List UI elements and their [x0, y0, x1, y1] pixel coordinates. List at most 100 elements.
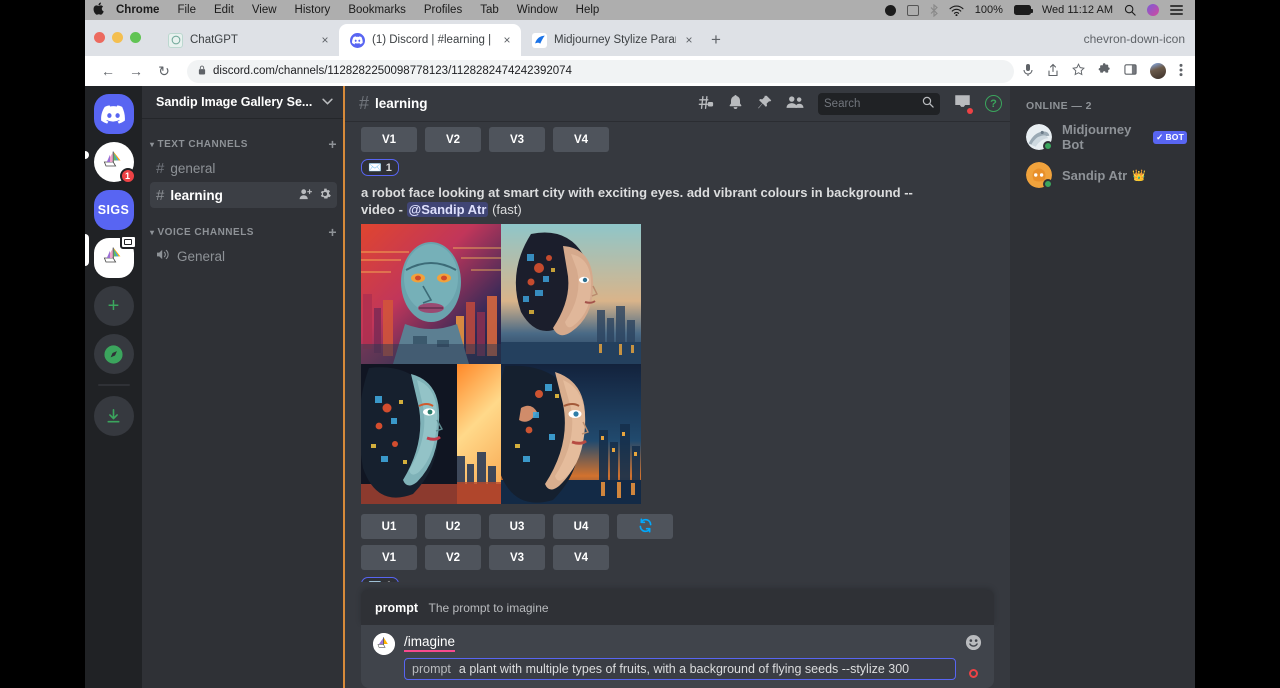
- server-icon-discord-home[interactable]: [94, 94, 134, 134]
- help-circle-icon[interactable]: ?: [985, 95, 1002, 112]
- chevron-down-icon[interactable]: [322, 97, 333, 108]
- guild-header[interactable]: Sandip Image Gallery Se...: [142, 86, 345, 118]
- gear-icon[interactable]: [319, 188, 331, 203]
- side-panel-icon[interactable]: [1124, 63, 1137, 79]
- variation-button-v3[interactable]: V3: [489, 127, 545, 152]
- server-icon-sandip-boat[interactable]: 1: [94, 142, 134, 182]
- browser-tab-midjourney[interactable]: Midjourney Stylize Parameter ×: [521, 24, 703, 56]
- member-list-item-sandip-atr[interactable]: Sandip Atr 👑: [1010, 156, 1195, 194]
- member-list-item-midjourney-bot[interactable]: Midjourney Bot ✓BOT: [1010, 118, 1195, 156]
- menu-item-bookmarks[interactable]: Bookmarks: [339, 4, 415, 16]
- upscale-button-u3[interactable]: U3: [489, 514, 545, 539]
- user-mention[interactable]: @Sandip Atr: [407, 202, 489, 217]
- spotlight-search-icon[interactable]: [1124, 4, 1136, 16]
- variation-button-v1[interactable]: V1: [361, 127, 417, 152]
- create-text-channel-button[interactable]: +: [328, 137, 337, 151]
- close-tab-button[interactable]: ×: [319, 34, 331, 46]
- close-window-button[interactable]: [94, 32, 105, 43]
- variation-button-v2[interactable]: V2: [425, 127, 481, 152]
- menu-bar-clock[interactable]: Wed 11:12 AM: [1042, 4, 1113, 16]
- avatar: [1026, 162, 1052, 188]
- add-member-icon[interactable]: [299, 188, 313, 203]
- generated-image-3[interactable]: [361, 364, 501, 504]
- server-icon-sigs[interactable]: SIGS: [94, 190, 134, 230]
- reaction-envelope-badge-bottom[interactable]: ✉️ 1: [361, 577, 399, 582]
- new-tab-button[interactable]: +: [711, 31, 721, 48]
- address-bar[interactable]: discord.com/channels/1128282250098778123…: [187, 60, 1014, 83]
- forward-button[interactable]: →: [123, 58, 149, 84]
- threads-icon[interactable]: [698, 95, 714, 113]
- minimize-window-button[interactable]: [112, 32, 123, 43]
- explore-servers-button[interactable]: [94, 334, 134, 374]
- maximize-window-button[interactable]: [130, 32, 141, 43]
- sidebar-channel-general-voice[interactable]: General: [150, 243, 337, 269]
- menu-item-file[interactable]: File: [168, 4, 205, 16]
- generated-image-1[interactable]: [361, 224, 501, 364]
- microphone-icon[interactable]: [1022, 63, 1034, 80]
- bookmark-star-icon[interactable]: [1072, 63, 1085, 79]
- browser-tab-chatgpt[interactable]: ChatGPT ×: [157, 24, 339, 56]
- screen-mirroring-icon[interactable]: [907, 5, 919, 16]
- battery-charging-icon[interactable]: [1014, 5, 1031, 15]
- variation-button-v3-bottom[interactable]: V3: [489, 545, 545, 570]
- category-voice-channels[interactable]: ▾ VOICE CHANNELS +: [142, 222, 345, 242]
- variation-button-v4[interactable]: V4: [553, 127, 609, 152]
- apple-logo-icon[interactable]: [93, 2, 107, 18]
- upscale-button-u4[interactable]: U4: [553, 514, 609, 539]
- record-circle-icon[interactable]: [969, 669, 978, 678]
- pin-icon[interactable]: [757, 95, 772, 113]
- siri-icon[interactable]: [1147, 4, 1159, 16]
- midjourney-image-grid[interactable]: [361, 224, 641, 504]
- upscale-button-u1[interactable]: U1: [361, 514, 417, 539]
- menu-item-help[interactable]: Help: [567, 4, 609, 16]
- message-composer[interactable]: /imagine prompt a plant with multiple ty…: [361, 625, 994, 688]
- category-text-channels[interactable]: ▾ TEXT CHANNELS +: [142, 134, 345, 154]
- generated-image-2[interactable]: [501, 224, 641, 364]
- window-traffic-lights[interactable]: [94, 32, 141, 43]
- chevron-down-icon[interactable]: ▾: [150, 140, 155, 149]
- three-dot-menu-icon[interactable]: [1179, 63, 1183, 80]
- variation-button-row-top: V1 V2 V3 V4: [361, 127, 994, 152]
- upscale-button-u2[interactable]: U2: [425, 514, 481, 539]
- create-voice-channel-button[interactable]: +: [328, 225, 337, 239]
- variation-button-v1-bottom[interactable]: V1: [361, 545, 417, 570]
- share-icon[interactable]: [1047, 63, 1059, 80]
- emoji-smiley-icon[interactable]: [965, 634, 982, 656]
- record-dot-icon[interactable]: [885, 5, 896, 16]
- sidebar-channel-learning[interactable]: # learning: [150, 182, 337, 208]
- menu-item-profiles[interactable]: Profiles: [415, 4, 471, 16]
- server-icon-boat-2[interactable]: [94, 238, 134, 278]
- generated-image-4[interactable]: [501, 364, 641, 504]
- profile-avatar-icon[interactable]: [1150, 63, 1166, 79]
- variation-button-v4-bottom[interactable]: V4: [553, 545, 609, 570]
- menu-item-tab[interactable]: Tab: [471, 4, 508, 16]
- reaction-envelope-badge[interactable]: ✉️ 1: [361, 159, 399, 176]
- menu-item-chrome[interactable]: Chrome: [107, 4, 168, 16]
- wifi-icon[interactable]: [949, 5, 964, 16]
- chevron-down-icon[interactable]: ▾: [150, 228, 155, 237]
- menu-item-history[interactable]: History: [286, 4, 340, 16]
- message-list[interactable]: V1 V2 V3 V4 ✉️ 1 a robot fac: [345, 121, 1010, 582]
- reload-button[interactable]: ↻: [151, 58, 177, 84]
- members-icon[interactable]: [786, 95, 804, 112]
- sidebar-channel-general[interactable]: # general: [150, 155, 337, 181]
- bluetooth-icon[interactable]: [930, 4, 938, 17]
- back-button[interactable]: ←: [95, 58, 121, 84]
- add-server-button[interactable]: +: [94, 286, 134, 326]
- close-tab-button[interactable]: ×: [501, 34, 513, 46]
- control-center-icon[interactable]: [1170, 5, 1183, 15]
- browser-tab-discord[interactable]: (1) Discord | #learning | Sandip ×: [339, 24, 521, 56]
- menu-item-window[interactable]: Window: [508, 4, 567, 16]
- chevron-down-icon[interactable]: chevron-down-icon: [1084, 32, 1185, 46]
- menu-item-view[interactable]: View: [243, 4, 286, 16]
- bell-notification-icon[interactable]: [728, 94, 743, 113]
- reroll-refresh-button[interactable]: [617, 514, 673, 539]
- close-tab-button[interactable]: ×: [683, 34, 695, 46]
- menu-item-edit[interactable]: Edit: [205, 4, 243, 16]
- extensions-puzzle-icon[interactable]: [1098, 63, 1111, 79]
- variation-button-v2-bottom[interactable]: V2: [425, 545, 481, 570]
- search-input[interactable]: Search: [818, 93, 940, 115]
- command-argument-input[interactable]: prompt a plant with multiple types of fr…: [404, 658, 956, 680]
- inbox-icon[interactable]: [954, 94, 971, 113]
- download-apps-button[interactable]: [94, 396, 134, 436]
